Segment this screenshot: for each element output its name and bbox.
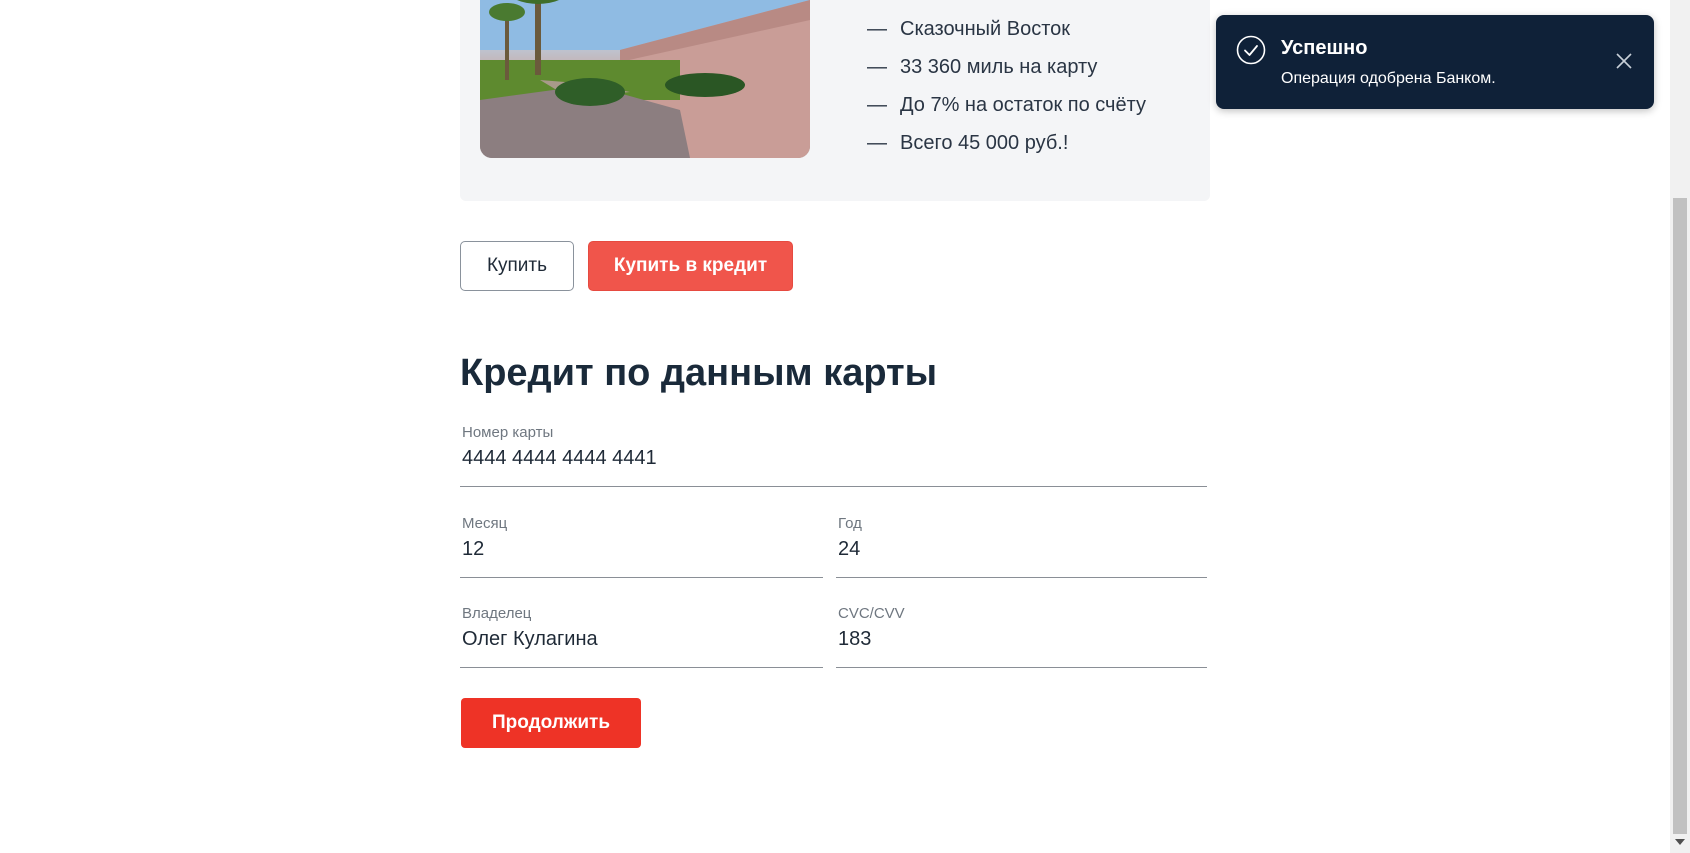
feature-item: — Всего 45 000 руб.! (867, 124, 1146, 162)
toast-title: Успешно (1281, 37, 1368, 59)
cvc-input[interactable] (838, 628, 1205, 651)
feature-text: Сказочный Восток (900, 18, 1070, 40)
month-input[interactable] (462, 538, 821, 561)
close-icon[interactable] (1614, 51, 1634, 71)
success-toast: Успешно Операция одобрена Банком. (1216, 15, 1654, 109)
feature-list: — Сказочный Восток —33 360 миль на карту … (867, 10, 1146, 162)
vertical-scrollbar[interactable] (1670, 0, 1690, 853)
feature-item: — Сказочный Восток (867, 10, 1146, 48)
card-number-field: Номер карты (460, 424, 1207, 487)
check-circle-icon (1236, 35, 1266, 65)
dash: — (867, 18, 887, 40)
dash: — (867, 94, 887, 116)
product-photo (480, 0, 810, 158)
owner-input[interactable] (462, 628, 821, 651)
scrollbar-thumb[interactable] (1673, 198, 1687, 834)
year-field: Год (836, 515, 1207, 578)
feature-text: Всего 45 000 руб.! (900, 132, 1069, 154)
buy-credit-button[interactable]: Купить в кредит (588, 241, 793, 291)
buy-button[interactable]: Купить (460, 241, 574, 291)
dash: — (867, 132, 887, 154)
continue-button[interactable]: Продолжить (461, 698, 641, 748)
feature-text: До 7% на остаток по счёту (900, 94, 1146, 116)
year-label: Год (838, 515, 862, 532)
card-number-label: Номер карты (462, 424, 554, 441)
owner-label: Владелец (462, 605, 532, 622)
form-title: Кредит по данным карты (460, 352, 938, 394)
scroll-down-arrow-icon[interactable] (1675, 839, 1685, 845)
owner-field: Владелец (460, 605, 823, 668)
year-input[interactable] (838, 538, 1205, 561)
feature-text: 33 360 миль на карту (900, 56, 1098, 78)
month-label: Месяц (462, 515, 508, 532)
toast-message: Операция одобрена Банком. (1281, 70, 1496, 87)
feature-item: — 33 360 миль на карту (867, 48, 1146, 86)
dash: — (867, 56, 887, 78)
cvc-label: CVC/CVV (838, 605, 905, 622)
month-field: Месяц (460, 515, 823, 578)
card-number-input[interactable] (462, 447, 1205, 470)
cvc-field: CVC/CVV (836, 605, 1207, 668)
feature-item: — До 7% на остаток по счёту (867, 86, 1146, 124)
